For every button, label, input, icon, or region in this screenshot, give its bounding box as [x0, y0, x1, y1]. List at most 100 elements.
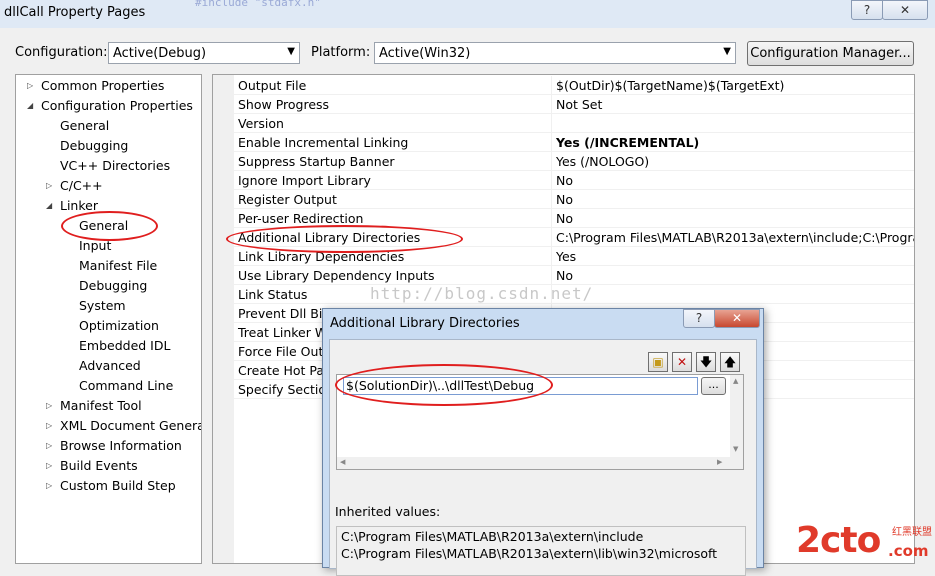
column-divider [551, 133, 552, 152]
tree-node-linker-debugging[interactable]: Debugging [79, 276, 147, 296]
property-name: Treat Linker W [238, 325, 328, 340]
tree-node-manifest-tool[interactable]: ▷ Manifest Tool [46, 396, 142, 416]
tree-node-browse-information[interactable]: ▷ Browse Information [46, 436, 182, 456]
scroll-right-icon[interactable]: ▶ [717, 458, 722, 466]
horizontal-scrollbar[interactable]: ◀ ▶ [337, 457, 730, 469]
vertical-scrollbar[interactable]: ▲ ▼ [730, 375, 743, 469]
tree-node-general[interactable]: General [60, 116, 109, 136]
property-row[interactable]: Register Output No [234, 190, 914, 209]
tree-node-cpp[interactable]: ▷ C/C++ [46, 176, 103, 196]
expand-icon[interactable]: ▷ [46, 396, 52, 416]
property-tree[interactable]: ▷ Common Properties ◢ Configuration Proper… [15, 74, 202, 564]
column-divider [551, 247, 552, 266]
tree-node-label: Linker [60, 198, 98, 213]
close-button[interactable]: ✕ [882, 0, 928, 20]
tree-node-label: Build Events [60, 458, 138, 473]
property-row[interactable]: Output File $(OutDir)$(TargetName)$(Targe… [234, 76, 914, 95]
expand-icon[interactable]: ▷ [27, 76, 33, 96]
expand-icon[interactable]: ▷ [46, 176, 52, 196]
property-value[interactable]: No [556, 268, 573, 283]
property-name: Force File Outp [238, 344, 332, 359]
property-value[interactable]: $(OutDir)$(TargetName)$(TargetExt) [556, 78, 784, 93]
scroll-down-icon[interactable]: ▼ [733, 445, 738, 453]
tree-node-label: Manifest Tool [60, 398, 142, 413]
scroll-up-icon[interactable]: ▲ [733, 377, 738, 385]
column-divider [551, 209, 552, 228]
tree-node-vc-directories[interactable]: VC++ Directories [60, 156, 170, 176]
tree-node-build-events[interactable]: ▷ Build Events [46, 456, 138, 476]
property-name: Link Status [238, 287, 308, 302]
delete-button[interactable]: ✕ [672, 352, 692, 372]
dialog-close-button[interactable]: ✕ [714, 309, 760, 328]
new-line-button[interactable]: ▣ [648, 352, 668, 372]
tree-node-linker-command-line[interactable]: Command Line [79, 376, 173, 396]
tree-node-label: Custom Build Step [60, 478, 176, 493]
tree-node-label: Configuration Properties [41, 98, 193, 113]
collapse-icon[interactable]: ◢ [46, 196, 52, 216]
property-name: Show Progress [238, 97, 330, 112]
property-row[interactable]: Suppress Startup Banner Yes (/NOLOGO) [234, 152, 914, 171]
move-down-button[interactable]: 🡇 [696, 352, 716, 372]
tree-node-label: Command Line [79, 378, 174, 393]
property-row[interactable]: Show Progress Not Set [234, 95, 914, 114]
tree-node-custom-build-step[interactable]: ▷ Custom Build Step [46, 476, 176, 496]
window-title: dllCall Property Pages [4, 5, 146, 20]
tree-node-linker-system[interactable]: System [79, 296, 126, 316]
property-value[interactable]: No [556, 211, 573, 226]
tree-node-common-properties[interactable]: ▷ Common Properties [27, 76, 164, 96]
configuration-manager-button[interactable]: Configuration Manager... [747, 41, 914, 66]
expand-icon[interactable]: ▷ [46, 436, 52, 456]
property-row[interactable]: Ignore Import Library No [234, 171, 914, 190]
tree-node-linker-advanced[interactable]: Advanced [79, 356, 141, 376]
property-row[interactable]: Use Library Dependency Inputs No [234, 266, 914, 285]
help-button[interactable]: ? [851, 0, 883, 20]
additional-library-directories-dialog: Additional Library Directories ? ✕ ▣ ✕ 🡇… [322, 308, 764, 576]
tree-node-linker-optimization[interactable]: Optimization [79, 316, 159, 336]
platform-select[interactable]: Active(Win32) ▼ [374, 42, 736, 64]
property-row[interactable]: Version [234, 114, 914, 133]
tree-node-linker-manifest-file[interactable]: Manifest File [79, 256, 157, 276]
property-value[interactable]: No [556, 192, 573, 207]
collapse-icon[interactable]: ◢ [27, 96, 33, 116]
property-name: Create Hot Pat [238, 363, 329, 378]
property-row[interactable]: Enable Incremental Linking Yes (/INCREMEN… [234, 133, 914, 152]
highlight-ring-additional-library-directories [226, 225, 463, 253]
tree-node-xml-document-generator[interactable]: ▷ XML Document Generat [46, 416, 201, 436]
property-value[interactable]: No [556, 173, 573, 188]
property-value[interactable]: Yes (/NOLOGO) [556, 154, 649, 169]
property-name: Use Library Dependency Inputs [238, 268, 435, 283]
configuration-value: Active(Debug) [113, 46, 207, 61]
platform-value: Active(Win32) [379, 46, 471, 61]
column-divider [551, 114, 552, 133]
property-value[interactable]: Not Set [556, 97, 602, 112]
column-divider [551, 190, 552, 209]
configuration-select[interactable]: Active(Debug) ▼ [108, 42, 300, 64]
dialog-title: Additional Library Directories [330, 316, 520, 331]
property-value[interactable]: C:\Program Files\MATLAB\R2013a\extern\in… [556, 230, 914, 245]
logo-main-text: 2cto [796, 520, 881, 561]
platform-label: Platform: [311, 45, 371, 60]
arrow-up-icon: 🡅 [723, 355, 737, 369]
browse-button[interactable]: ... [701, 377, 726, 395]
tree-node-configuration-properties[interactable]: ◢ Configuration Properties [27, 96, 193, 116]
expand-icon[interactable]: ▷ [46, 416, 52, 436]
column-divider [551, 95, 552, 114]
configuration-label: Configuration: [15, 45, 108, 60]
title-bar: #include "stdafx.h" dllCall Property Pag… [0, 0, 935, 28]
expand-icon[interactable]: ▷ [46, 476, 52, 496]
scroll-left-icon[interactable]: ◀ [340, 458, 345, 466]
logo-dotcom-text: .com [888, 542, 929, 560]
property-name: Register Output [238, 192, 337, 207]
dialog-help-button[interactable]: ? [683, 309, 715, 328]
tree-node-linker-embedded-idl[interactable]: Embedded IDL [79, 336, 170, 356]
arrow-down-icon: 🡇 [699, 355, 713, 369]
column-divider [551, 228, 552, 247]
tree-node-label: C/C++ [60, 178, 103, 193]
property-value[interactable]: Yes (/INCREMENTAL) [556, 135, 699, 150]
move-up-button[interactable]: 🡅 [720, 352, 740, 372]
tree-node-label: Debugging [60, 138, 129, 153]
inherited-values-list: C:\Program Files\MATLAB\R2013a\extern\in… [336, 526, 746, 576]
expand-icon[interactable]: ▷ [46, 456, 52, 476]
tree-node-debugging[interactable]: Debugging [60, 136, 128, 156]
property-value[interactable]: Yes [556, 249, 576, 264]
